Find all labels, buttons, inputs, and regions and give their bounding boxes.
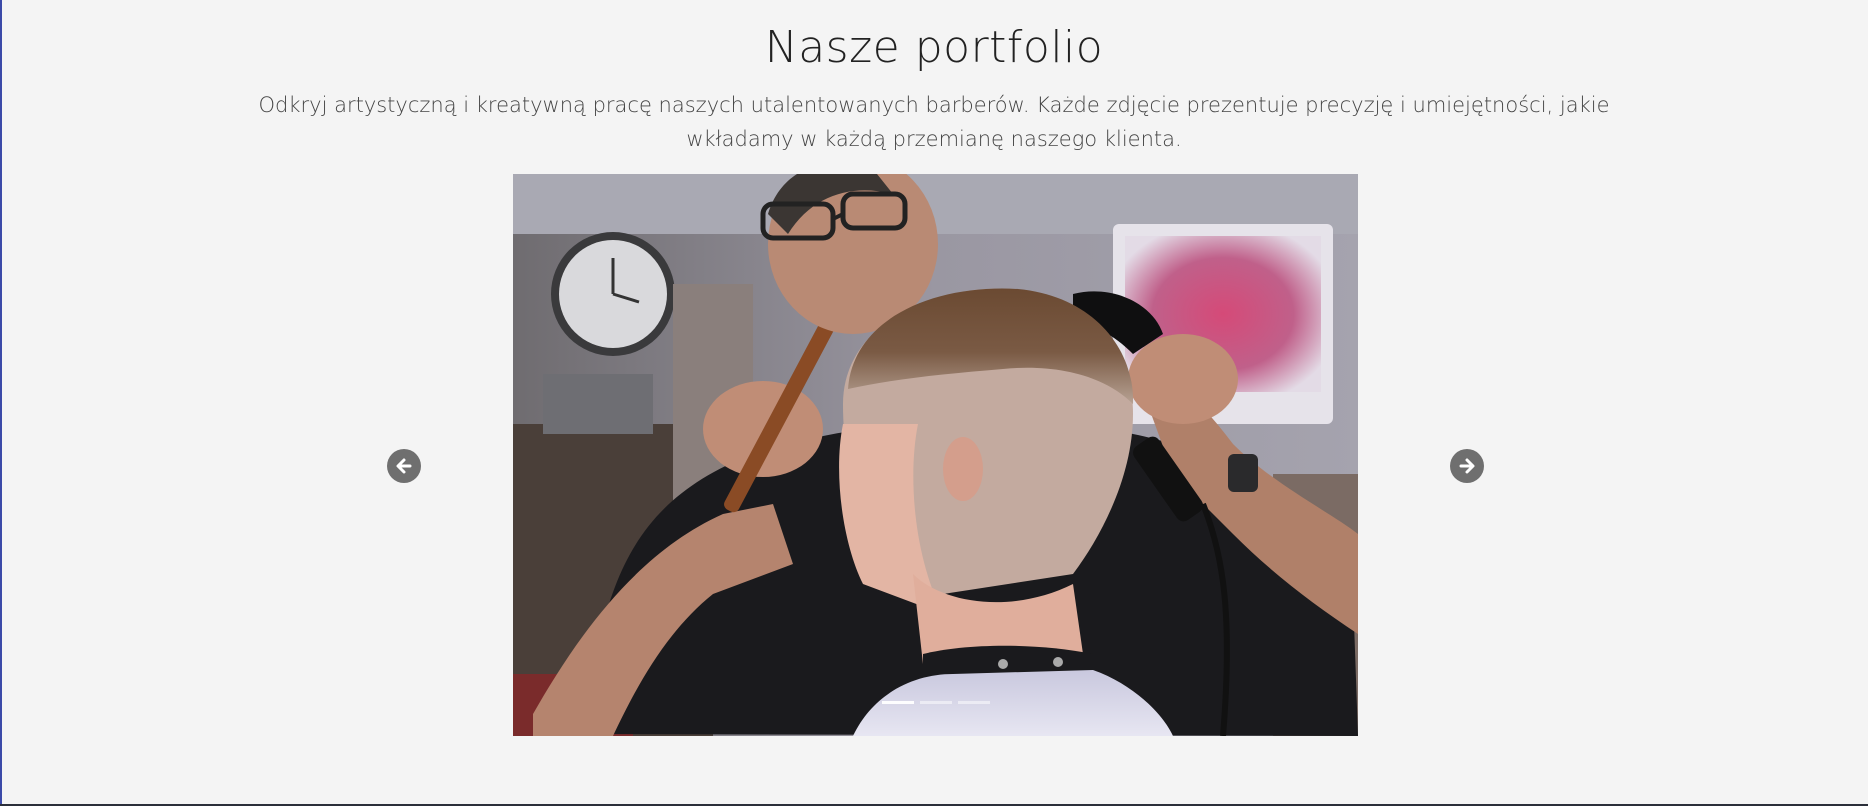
- carousel-indicators: [513, 701, 1358, 704]
- arrow-right-icon: [1459, 458, 1475, 474]
- carousel-indicator-2[interactable]: [919, 701, 952, 704]
- arrow-left-icon: [396, 458, 412, 474]
- portfolio-title: Nasze portfolio: [764, 22, 1104, 73]
- portfolio-section: Nasze portfolio Odkryj artystyczną i kre…: [0, 0, 1868, 804]
- portfolio-subtitle: Odkryj artystyczną i kreatywną pracę nas…: [258, 93, 1610, 151]
- portfolio-carousel[interactable]: [513, 174, 1358, 736]
- carousel-indicator-1[interactable]: [881, 701, 914, 704]
- carousel-prev-button[interactable]: [387, 449, 421, 483]
- carousel-next-button[interactable]: [1450, 449, 1484, 483]
- barber-photo: [513, 174, 1358, 736]
- carousel-indicator-3[interactable]: [957, 701, 990, 704]
